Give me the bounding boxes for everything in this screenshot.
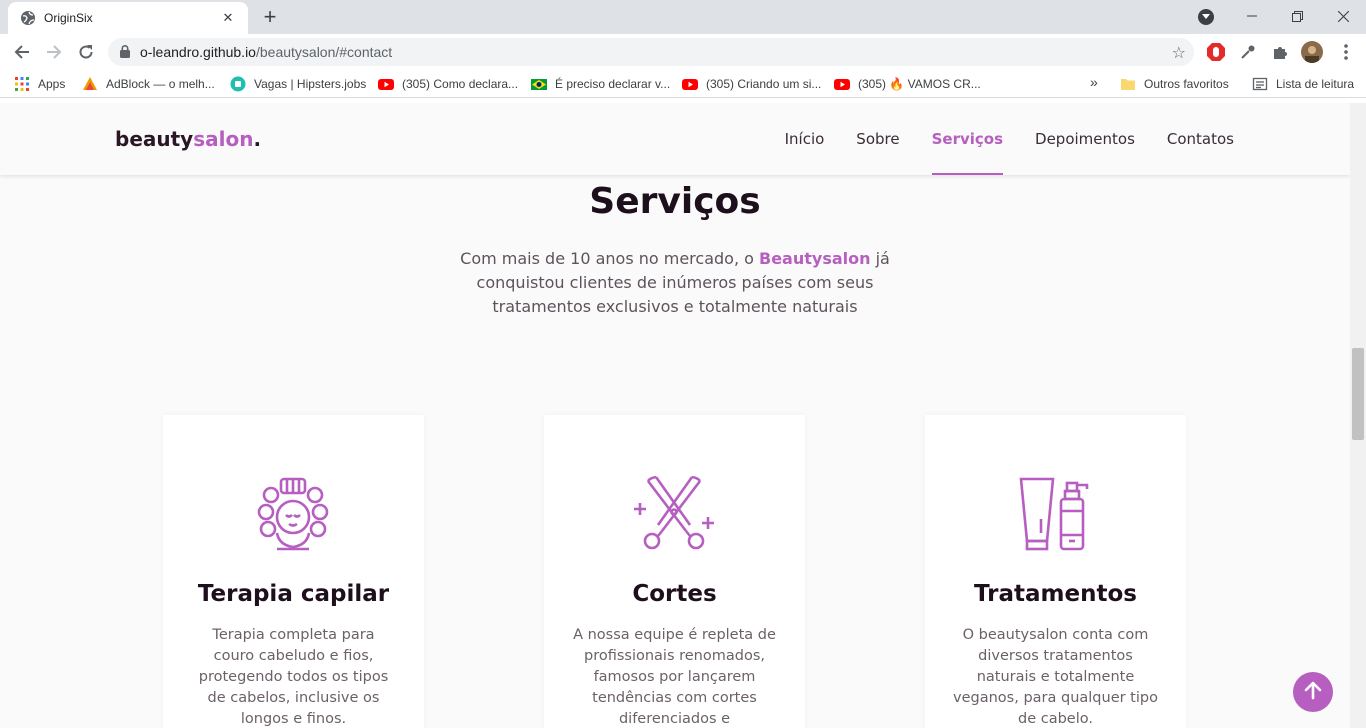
scrollbar-thumb[interactable] [1352,348,1364,440]
bookmarks-bar: Apps AdBlock — o melh... Vagas | Hipster… [0,70,1366,98]
adblock-extension-icon[interactable] [1206,42,1226,62]
main-nav: Início Sobre Serviços Depoimentos Contat… [753,103,1234,175]
apps-grid-icon [14,76,30,92]
bookmark-apps[interactable]: Apps [14,76,65,92]
card-text: Terapia completa para couro cabeludo e f… [198,627,389,727]
tab-close-icon[interactable]: ✕ [218,11,238,26]
reading-list-button[interactable]: Lista de leitura [1252,76,1354,92]
bookmark-youtube-3[interactable]: (305) 🔥 VAMOS CR... [834,76,981,92]
youtube-icon [682,76,698,92]
bookmark-youtube-1[interactable]: (305) Como declara... [378,76,518,92]
extensions-puzzle-icon[interactable] [1270,42,1290,62]
bookmark-label: Vagas | Hipsters.jobs [254,77,367,91]
youtube-icon [378,76,394,92]
nav-depoimentos[interactable]: Depoimentos [1035,103,1135,175]
bookmark-hipsters[interactable]: Vagas | Hipsters.jobs [230,76,366,92]
adblock-icon [82,76,98,92]
menu-kebab-icon[interactable] [1336,42,1356,62]
bookmark-label: (305) Criando um si... [706,77,822,91]
bookmark-label: Outros favoritos [1144,77,1229,91]
bookmark-label: Lista de leitura [1276,77,1355,91]
bookmark-label: AdBlock — o melh... [106,77,215,91]
bookmarks-overflow-button[interactable]: » [1090,74,1098,90]
nav-inicio[interactable]: Início [785,103,825,175]
new-tab-button[interactable]: + [258,6,282,30]
lock-icon [120,43,130,62]
nav-servicos[interactable]: Serviços [931,103,1004,175]
card-title: Terapia capilar [197,581,390,607]
browser-toolbar: o-leandro.github.io/beautysalon/#contact… [0,34,1366,70]
bookmark-adblock[interactable]: AdBlock — o melh... [82,76,215,92]
bookmark-other-favorites[interactable]: Outros favoritos [1120,76,1229,92]
forward-arrow-icon[interactable] [42,40,66,64]
arrow-up-icon [1303,680,1323,704]
url-host: o-leandro.github.io [140,44,256,60]
nav-sobre[interactable]: Sobre [856,103,899,175]
site-header: beautysalon. Início Sobre Serviços Depoi… [0,103,1350,175]
bookmark-label: É preciso declarar v... [555,77,671,91]
back-arrow-icon[interactable] [10,40,34,64]
browser-tabstrip: OriginSix ✕ + [0,0,1366,34]
card-title: Tratamentos [974,581,1137,607]
brazil-flag-icon [531,76,547,92]
minimize-button[interactable] [1229,0,1275,32]
tab-title: OriginSix [44,11,93,25]
globe-icon [20,10,36,26]
services-description: Com mais de 10 anos no mercado, o Beauty… [460,249,890,316]
cosmetic-bottles-icon [1015,475,1095,555]
tab-search-icon[interactable] [1198,9,1214,25]
browser-tab[interactable]: OriginSix ✕ [8,2,248,34]
site-logo[interactable]: beautysalon. [115,127,261,151]
bookmark-star-icon[interactable]: ☆ [1172,43,1186,62]
back-to-top-button[interactable] [1293,672,1333,712]
card-title: Cortes [632,581,717,607]
profile-avatar[interactable] [1301,41,1323,63]
card-text: O beautysalon conta com diversos tratame… [953,627,1158,727]
restore-button[interactable] [1274,0,1320,32]
youtube-icon [834,76,850,92]
eyedropper-extension-icon[interactable] [1238,42,1258,62]
close-window-button[interactable] [1320,0,1366,32]
services-title: Serviços [589,181,761,222]
card-text: A nossa equipe é repleta de profissionai… [573,627,776,727]
folder-icon [1120,76,1136,92]
bookmark-label: (305) Como declara... [402,77,519,91]
url-path: /beautysalon/#contact [255,44,393,60]
hipsters-icon [230,76,246,92]
hair-curlers-icon [253,475,333,555]
reading-list-icon [1252,76,1268,92]
page-viewport: beautysalon. Início Sobre Serviços Depoi… [0,103,1350,728]
service-card-tratamentos: Tratamentos O beautysalon conta com dive… [925,415,1186,728]
nav-contatos[interactable]: Contatos [1167,103,1234,175]
bookmark-label: (305) 🔥 VAMOS CR... [858,77,981,91]
service-card-cortes: Cortes A nossa equipe é repleta de profi… [544,415,805,728]
address-bar[interactable]: o-leandro.github.io/beautysalon/#contact… [108,38,1194,66]
reload-icon[interactable] [74,40,98,64]
service-card-terapia: Terapia capilar Terapia completa para co… [163,415,424,728]
page-scrollbar[interactable] [1350,103,1366,728]
bookmark-label: Apps [38,77,66,91]
bookmark-brazil[interactable]: É preciso declarar v... [531,76,670,92]
bookmark-youtube-2[interactable]: (305) Criando um si... [682,76,821,92]
scissors-icon [634,475,714,555]
